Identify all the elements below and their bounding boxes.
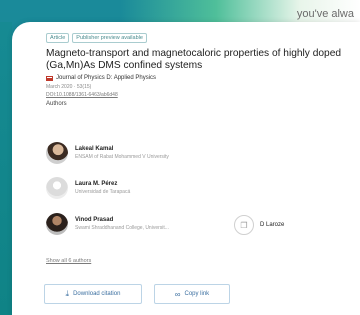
journal-logo-icon	[46, 75, 53, 81]
journal-row[interactable]: Journal of Physics D: Applied Physics	[46, 75, 356, 81]
download-icon: ⤓	[65, 289, 70, 298]
badge-row: Article Publisher preview available	[46, 33, 356, 43]
top-corner-text: you've alwa	[296, 8, 354, 20]
author-item-1[interactable]: Lakeal Kamal ENSAM of Rabat Mohammed V U…	[46, 142, 169, 164]
authors-heading: Authors	[46, 101, 67, 107]
copy-icon: ❐	[234, 215, 254, 235]
author-text: Lakeal Kamal ENSAM of Rabat Mohammed V U…	[75, 146, 169, 160]
author-affiliation: Universidad de Tarapacá	[75, 189, 131, 195]
publication-date: March 2020 · 53(15)	[46, 84, 92, 90]
show-all-authors-link[interactable]: Show all 6 authors	[46, 258, 91, 264]
avatar	[46, 213, 68, 235]
author-name: D Laroze	[260, 222, 285, 228]
link-icon: ∞	[174, 289, 181, 299]
publisher-preview-badge: Publisher preview available	[72, 33, 147, 43]
author-name: Lakeal Kamal	[75, 146, 114, 152]
journal-name: Journal of Physics D: Applied Physics	[56, 75, 157, 81]
author-name: Vinod Prasad	[75, 217, 114, 223]
left-accent	[0, 22, 12, 315]
author-affiliation: Swami Shraddhanand College, Universit...	[75, 225, 169, 231]
author-text: Vinod Prasad Swami Shraddhanand College,…	[75, 217, 169, 231]
download-citation-label: Download citation	[73, 291, 121, 297]
download-citation-button[interactable]: ⤓ Download citation	[44, 284, 142, 304]
avatar	[46, 142, 68, 164]
author-affiliation: ENSAM of Rabat Mohammed V University	[75, 154, 169, 160]
author-item-3[interactable]: Vinod Prasad Swami Shraddhanand College,…	[46, 213, 169, 235]
publication-title[interactable]: Magneto-transport and magnetocaloric pro…	[46, 48, 346, 72]
author-name: Laura M. Pérez	[75, 181, 118, 187]
author-text: Laura M. Pérez Universidad de Tarapacá	[75, 181, 130, 195]
publication-content: Article Publisher preview available Magn…	[46, 33, 356, 107]
doi-link[interactable]: DOI:10.1088/1361-6463/ab6d48	[46, 92, 356, 98]
copy-link-label: Copy link	[184, 291, 210, 297]
article-badge: Article	[46, 33, 70, 43]
avatar	[46, 177, 68, 199]
author-item-extra[interactable]: ❐ D Laroze	[234, 215, 284, 235]
author-item-2[interactable]: Laura M. Pérez Universidad de Tarapacá	[46, 177, 130, 199]
copy-link-button[interactable]: ∞ Copy link	[154, 284, 230, 304]
